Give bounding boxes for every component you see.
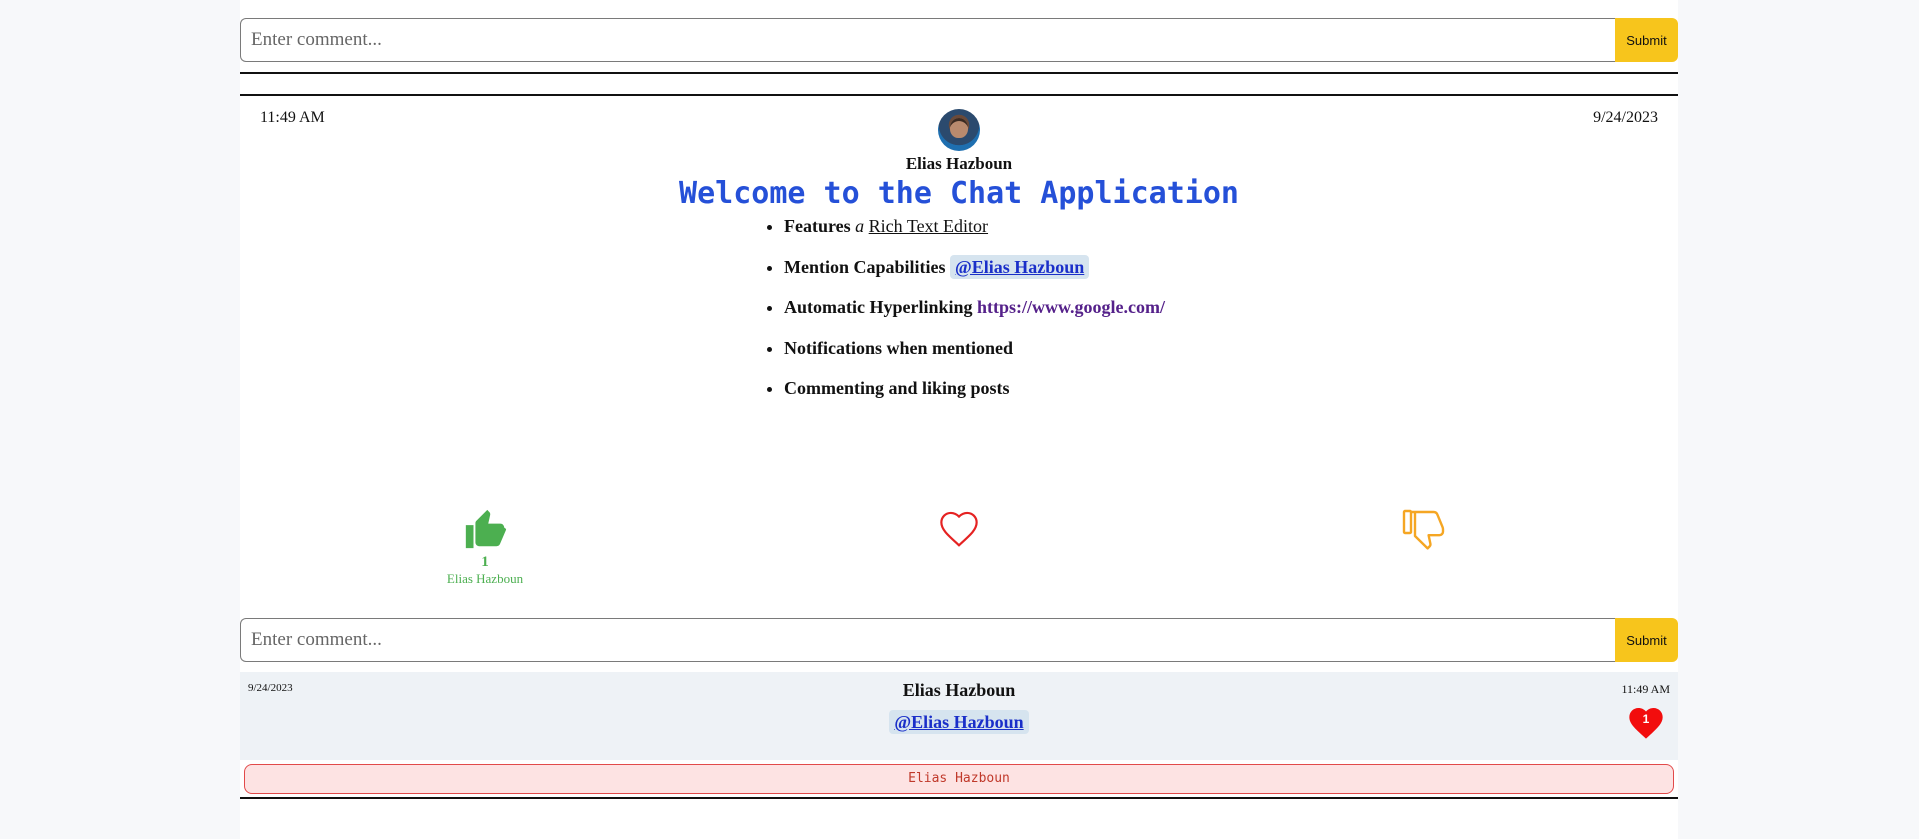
mention-notification: Elias Hazboun xyxy=(244,764,1674,794)
feed-column: Submit 11:49 AM 9/24/2023 Elias Hazboun … xyxy=(240,0,1678,839)
hyperlink[interactable]: https://www.google.com/ xyxy=(977,297,1165,317)
feature-italic: a xyxy=(855,216,865,236)
dislike-reaction xyxy=(1400,506,1448,554)
submit-button[interactable]: Submit xyxy=(1615,18,1678,62)
comment-like-count: 1 xyxy=(1642,712,1650,726)
divider xyxy=(240,72,1678,74)
comment-like-button[interactable]: 1 xyxy=(1626,703,1666,741)
avatar[interactable] xyxy=(938,109,980,151)
feature-label: Mention Capabilities xyxy=(784,256,946,277)
feature-label: Commenting and liking posts xyxy=(784,378,1010,398)
comment-input[interactable] xyxy=(240,18,1615,62)
list-item: Mention Capabilities @Elias Hazboun xyxy=(784,254,1165,296)
like-count: 1 xyxy=(481,554,489,570)
feature-list: Features a Rich Text Editor Mention Capa… xyxy=(764,214,1165,417)
like-reaction: 1 Elias Hazboun xyxy=(430,506,540,587)
comment-author: Elias Hazboun xyxy=(902,680,1016,700)
heart-icon[interactable] xyxy=(937,508,981,548)
bottom-comment-form: Submit xyxy=(240,618,1678,662)
post-date: 9/24/2023 xyxy=(1593,109,1658,126)
list-item: Features a Rich Text Editor xyxy=(784,214,1165,255)
list-item: Notifications when mentioned xyxy=(784,336,1165,377)
post-card: 11:49 AM 9/24/2023 Elias Hazboun Welcome… xyxy=(240,96,1678,616)
thumbs-down-icon[interactable] xyxy=(1400,506,1448,554)
list-item: Commenting and liking posts xyxy=(784,376,1165,417)
comment-card: 9/24/2023 Elias Hazboun @Elias Hazboun 1… xyxy=(240,672,1678,760)
feature-label: Notifications when mentioned xyxy=(784,337,1013,358)
comment-body: @Elias Hazboun xyxy=(240,710,1678,734)
top-comment-form: Submit xyxy=(240,18,1678,62)
mention-link[interactable]: @Elias Hazboun xyxy=(889,710,1029,734)
list-item: Automatic Hyperlinking https://www.googl… xyxy=(784,295,1165,336)
feature-label: Features xyxy=(784,216,851,236)
post-time: 11:49 AM xyxy=(260,109,325,126)
heart-reaction xyxy=(937,508,981,548)
post-author: Elias Hazboun xyxy=(905,154,1013,173)
thumbs-up-icon[interactable] xyxy=(462,506,508,552)
divider xyxy=(240,797,1678,799)
like-user: Elias Hazboun xyxy=(446,571,524,586)
comment-time: 11:49 AM xyxy=(1621,682,1670,696)
post-title: Welcome to the Chat Application xyxy=(679,176,1239,211)
comment-input[interactable] xyxy=(240,618,1615,662)
mention-link[interactable]: @Elias Hazboun xyxy=(950,254,1090,279)
submit-button[interactable]: Submit xyxy=(1615,618,1678,662)
feature-label: Automatic Hyperlinking xyxy=(784,297,973,317)
feature-underline: Rich Text Editor xyxy=(868,216,989,236)
